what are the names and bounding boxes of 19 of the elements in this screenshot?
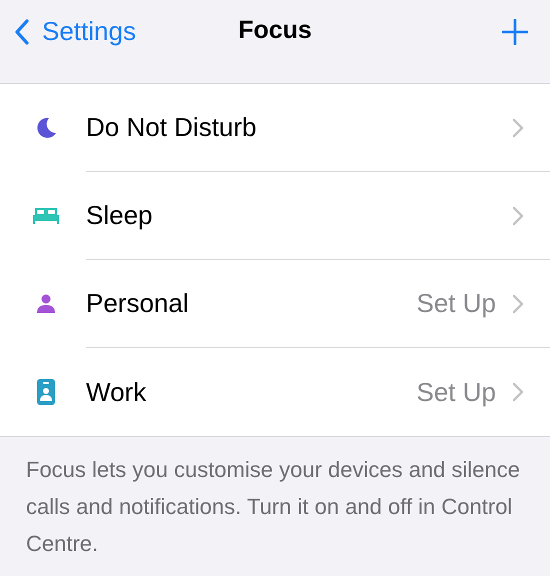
chevron-left-icon — [14, 18, 30, 46]
chevron-right-icon — [512, 382, 524, 402]
item-label: Work — [86, 376, 148, 408]
add-button[interactable] — [502, 18, 528, 44]
item-label: Personal — [86, 288, 190, 319]
focus-item[interactable]: Do Not Disturb — [0, 84, 550, 172]
focus-item[interactable]: Sleep — [0, 172, 550, 260]
page-title: Focus — [238, 16, 312, 45]
back-button[interactable]: Settings — [14, 16, 136, 47]
focus-item[interactable]: Personal Set Up — [0, 260, 550, 348]
footer-text: Focus lets you customise your devices and silence calls and notifications. Turn it on and off in Control Centre. — [25, 456, 522, 558]
chevron-right-icon — [512, 206, 524, 226]
status-label: Set Up — [416, 376, 496, 408]
chevron-right-icon — [512, 118, 524, 138]
item-label: Do Not Disturb — [86, 112, 258, 143]
chevron-right-icon — [512, 294, 524, 314]
focus-item[interactable]: Work Set Up — [0, 348, 550, 436]
status-label: Set Up — [416, 288, 496, 319]
item-label: Sleep — [86, 200, 154, 231]
